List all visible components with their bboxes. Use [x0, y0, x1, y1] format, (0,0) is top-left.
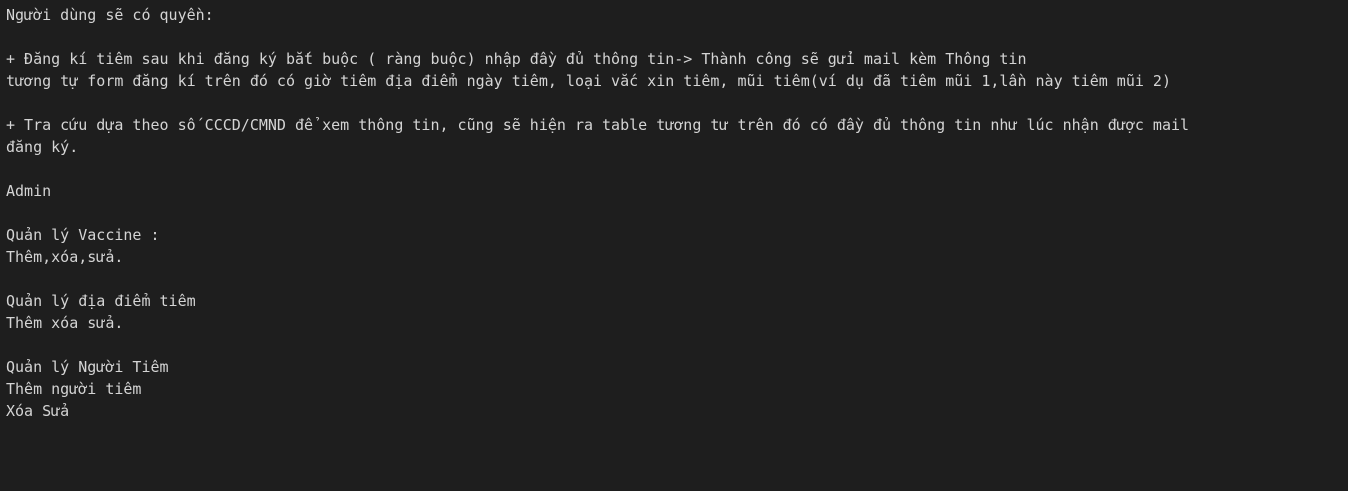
- text-line: Xóa Sửa: [6, 402, 70, 420]
- text-line: Người dùng sẽ có quyền:: [6, 6, 214, 24]
- text-line: + Đăng kí tiêm sau khi đăng ký bắt buộc …: [6, 50, 1027, 68]
- text-line: Quản lý Vaccine :: [6, 226, 160, 244]
- text-line: tương tự form đăng kí trên đó có giờ tiê…: [6, 72, 1171, 90]
- text-line: Thêm người tiêm: [6, 380, 142, 398]
- text-document[interactable]: Người dùng sẽ có quyền: + Đăng kí tiêm s…: [0, 0, 1348, 491]
- text-line: đăng ký.: [6, 138, 79, 156]
- text-line: Quản lý địa điểm tiêm: [6, 292, 196, 310]
- text-line: Thêm,xóa,sửa.: [6, 248, 124, 266]
- text-line: Quản lý Người Tiêm: [6, 358, 169, 376]
- section-heading: Admin: [6, 182, 52, 200]
- text-line: Thêm xóa sửa.: [6, 314, 124, 332]
- text-line: + Tra cứu dựa theo số CCCD/CMND để xem t…: [6, 116, 1190, 134]
